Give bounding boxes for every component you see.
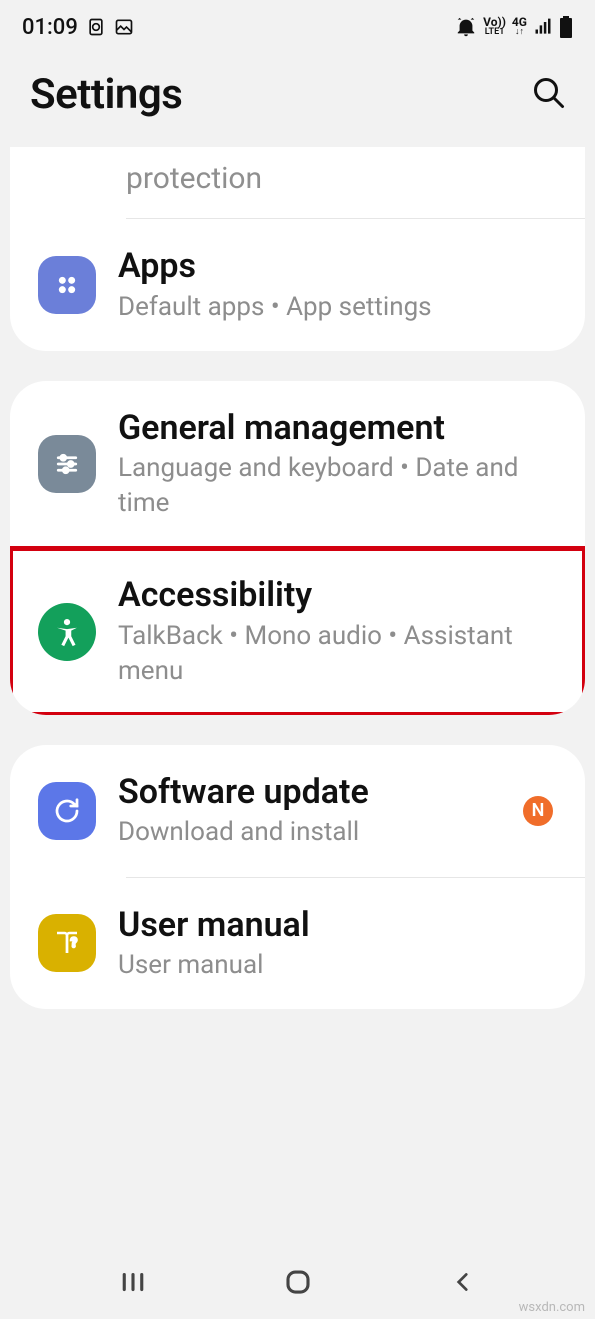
alarm-icon <box>455 16 477 38</box>
settings-item-software-update[interactable]: Software update Download and install N <box>10 745 585 877</box>
status-time: 01:09 <box>22 15 78 40</box>
timer-icon <box>86 17 106 37</box>
navigation-bar <box>0 1245 595 1319</box>
update-icon <box>38 782 96 840</box>
item-title: User manual <box>118 904 557 947</box>
item-title: General management <box>118 407 557 450</box>
notification-badge: N <box>523 796 553 826</box>
settings-item-general-management[interactable]: General management Language and keyboard… <box>10 381 585 548</box>
settings-item-apps[interactable]: Apps Default apps • App settings <box>10 219 585 351</box>
item-subtitle: TalkBack • Mono audio • Assistant menu <box>118 619 557 689</box>
item-subtitle: protection <box>126 161 557 196</box>
status-bar: 01:09 Vo))LTE1 4G↓↑ <box>0 0 595 48</box>
gallery-icon <box>114 17 134 37</box>
settings-group-2: General management Language and keyboard… <box>10 381 585 715</box>
item-title: Accessibility <box>118 574 557 617</box>
settings-item-accessibility[interactable]: Accessibility TalkBack • Mono audio • As… <box>10 548 585 715</box>
settings-item-privacy-partial[interactable]: protection <box>10 147 585 218</box>
settings-item-user-manual[interactable]: ? User manual User manual <box>10 878 585 1010</box>
item-title: Apps <box>118 245 557 288</box>
manual-icon: ? <box>38 914 96 972</box>
battery-icon <box>559 16 573 38</box>
network-4g: 4G↓↑ <box>512 17 527 37</box>
page-title: Settings <box>30 70 182 119</box>
recents-button[interactable] <box>111 1260 155 1304</box>
home-button[interactable] <box>276 1260 320 1304</box>
settings-group-1: protection Apps Default apps • App setti… <box>10 147 585 351</box>
item-subtitle: Download and install <box>118 815 501 850</box>
watermark: wsxdn.com <box>519 1300 585 1315</box>
search-button[interactable] <box>531 75 567 115</box>
accessibility-icon <box>38 603 96 661</box>
header: Settings <box>0 48 595 149</box>
back-button[interactable] <box>441 1260 485 1304</box>
svg-text:?: ? <box>71 936 77 951</box>
settings-group-3: Software update Download and install N ?… <box>10 745 585 1009</box>
apps-icon <box>38 256 96 314</box>
item-title: Software update <box>118 771 501 814</box>
settings-sliders-icon <box>38 435 96 493</box>
item-subtitle: User manual <box>118 948 557 983</box>
volte-indicator: Vo))LTE1 <box>483 17 506 37</box>
item-subtitle: Language and keyboard • Date and time <box>118 451 557 521</box>
item-subtitle: Default apps • App settings <box>118 290 557 325</box>
signal-icon <box>533 17 553 37</box>
